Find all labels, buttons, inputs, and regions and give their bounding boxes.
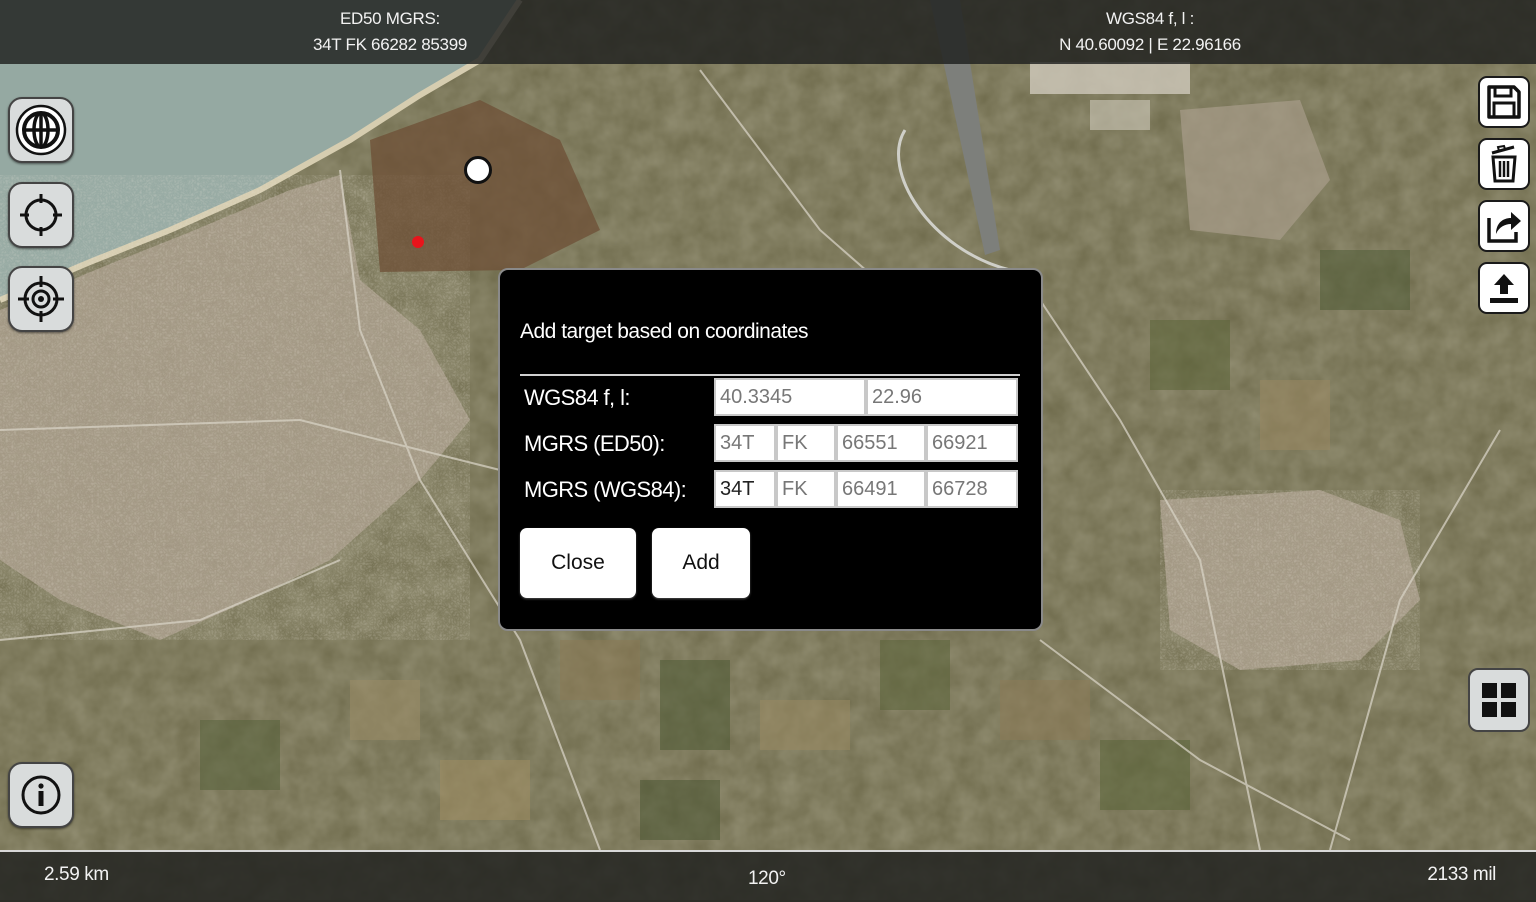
locate-button[interactable] (8, 182, 74, 248)
wgs84-row-label: WGS84 f, l: (524, 385, 630, 410)
position-marker[interactable] (464, 156, 492, 184)
mgrs-wgs84-zone-input[interactable]: 34T (714, 470, 776, 508)
save-button[interactable] (1478, 76, 1530, 128)
mgrs-ed50-zone-input[interactable]: 34T (714, 424, 776, 462)
target-icon (18, 276, 64, 322)
ed50-mgrs-value: 34T FK 66282 85399 (312, 35, 468, 54)
grid-icon (1482, 683, 1516, 717)
wgs84-latitude-input[interactable]: 40.3345 (714, 378, 866, 416)
save-icon (1487, 85, 1521, 119)
mgrs-ed50-northing-input[interactable]: 66921 (926, 424, 1018, 462)
mgrs-wgs84-row-label: MGRS (WGS84): (524, 477, 687, 502)
dialog-divider (520, 374, 1020, 376)
trash-icon (1491, 144, 1517, 183)
mgrs-wgs84-square-input[interactable]: FK (776, 470, 836, 508)
share-button[interactable] (1478, 200, 1530, 252)
globe-button[interactable] (8, 97, 74, 163)
bearing-mils: 2133 mil (1427, 864, 1496, 885)
map-scale: 2.59 km (44, 864, 109, 885)
wgs84-label: WGS84 f, l : (1105, 9, 1195, 28)
coordinate-header: ED50 MGRS: 34T FK 66282 85399 WGS84 f, l… (0, 0, 1536, 64)
info-icon (21, 775, 61, 815)
dialog-title: Add target based on coordinates (520, 320, 809, 343)
wgs84-readout: WGS84 f, l : N 40.60092 | E 22.96166 (1010, 6, 1290, 58)
mgrs-ed50-easting-input[interactable]: 66551 (836, 424, 926, 462)
layers-grid-button[interactable] (1468, 668, 1530, 732)
add-button[interactable]: Add (652, 528, 750, 598)
target-button[interactable] (8, 266, 74, 332)
ed50-mgrs-readout: ED50 MGRS: 34T FK 66282 85399 (270, 6, 510, 58)
mgrs-wgs84-northing-input[interactable]: 66728 (926, 470, 1018, 508)
share-icon (1487, 212, 1521, 243)
mgrs-wgs84-easting-input[interactable]: 66491 (836, 470, 926, 508)
upload-button[interactable] (1478, 262, 1530, 314)
scale-footer: 2.59 km 120° 2133 mil (0, 850, 1536, 902)
mgrs-ed50-row-label: MGRS (ED50): (524, 431, 665, 456)
info-button[interactable] (8, 762, 74, 828)
bearing-degrees: 120° (748, 868, 786, 889)
wgs84-value: N 40.60092 | E 22.96166 (1059, 35, 1241, 54)
close-button[interactable]: Close (520, 528, 636, 598)
crosshair-circle-icon (20, 194, 62, 236)
mgrs-ed50-square-input[interactable]: FK (776, 424, 836, 462)
add-target-dialog: Add target based on coordinates WGS84 f,… (498, 268, 1043, 631)
globe-icon (15, 104, 67, 156)
delete-button[interactable] (1478, 138, 1530, 190)
ed50-mgrs-label: ED50 MGRS: (340, 9, 440, 28)
wgs84-longitude-input[interactable]: 22.96 (866, 378, 1018, 416)
upload-icon (1490, 274, 1518, 303)
target-marker[interactable] (412, 236, 424, 248)
